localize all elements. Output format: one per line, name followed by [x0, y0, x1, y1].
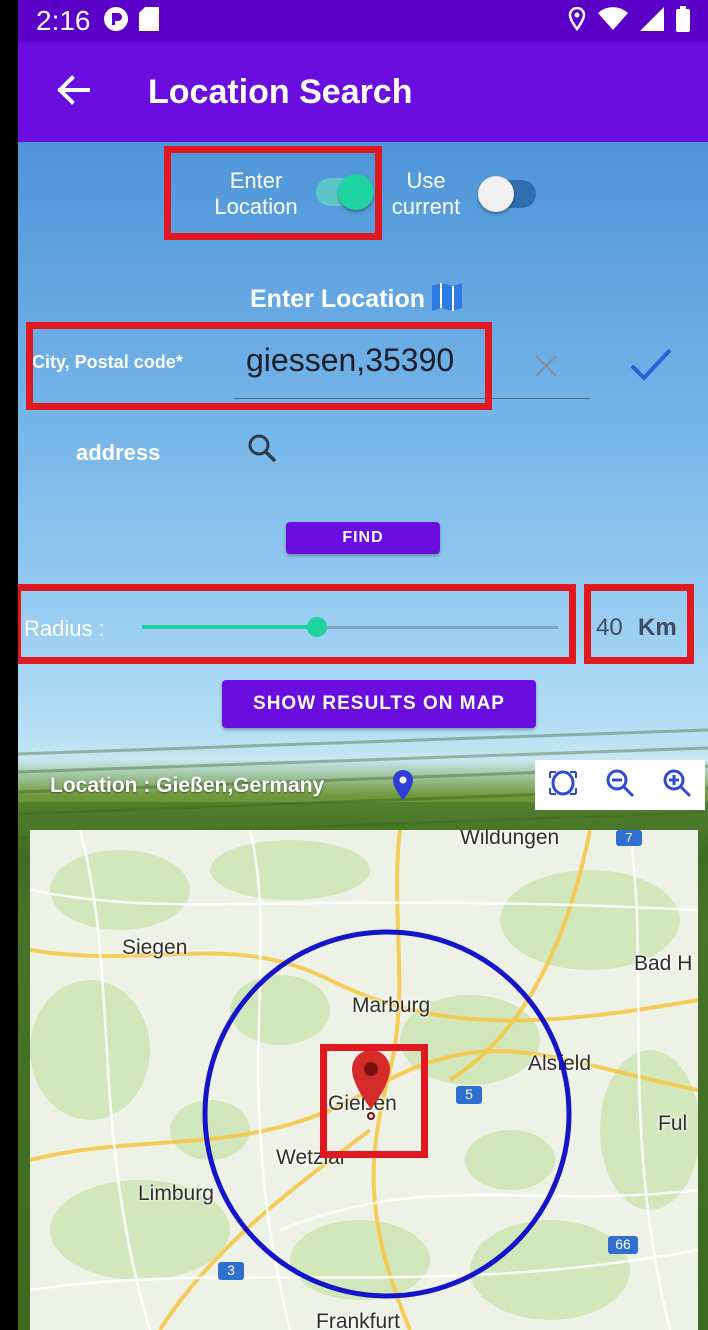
map-view[interactable]: Wildungen Siegen Bad H Marburg Alsfeld G… [30, 830, 698, 1330]
address-label: address [76, 440, 161, 465]
section-header: Enter Location [250, 282, 463, 317]
battery-icon [676, 5, 690, 37]
show-results-button[interactable]: SHOW RESULTS ON MAP [222, 680, 536, 728]
status-bar: 2:16 [18, 0, 708, 42]
switch-knob [478, 176, 514, 212]
zoom-out-button[interactable] [605, 768, 635, 803]
confirm-button[interactable] [628, 344, 674, 384]
fit-view-icon [548, 770, 578, 802]
map-controls [535, 760, 705, 810]
sd-card-icon [138, 6, 159, 36]
location-text: Location : Gießen,Germany [50, 774, 325, 797]
search-icon [246, 434, 278, 468]
signal-icon [640, 6, 664, 36]
app-bar: Location Search [18, 42, 708, 142]
highlight-box [26, 322, 492, 410]
reset-view-button[interactable] [548, 768, 578, 803]
zoom-in-button[interactable] [662, 768, 692, 803]
back-button[interactable] [38, 57, 108, 127]
highlight-box [18, 584, 576, 664]
close-icon [526, 355, 566, 390]
check-icon [628, 348, 674, 388]
use-current-switch[interactable] [478, 176, 536, 212]
status-time: 2:16 [36, 5, 91, 36]
highlight-box [584, 584, 694, 664]
address-search-button[interactable] [246, 432, 282, 468]
highlight-box [320, 1044, 428, 1158]
app-notification-icon [103, 6, 129, 37]
use-current-toggle-label: Use current [391, 168, 461, 219]
phone-screen: 2:16 Location Search Enter Location Use … [18, 0, 708, 1330]
arrow-back-icon [56, 74, 90, 110]
wifi-icon [598, 6, 628, 36]
section-title: Enter Location [250, 285, 426, 313]
find-button[interactable]: FIND [286, 522, 440, 554]
clear-button[interactable] [526, 346, 566, 386]
map-icon [431, 282, 463, 317]
zoom-in-icon [662, 769, 692, 802]
highlight-box [164, 146, 382, 240]
page-title: Location Search [148, 72, 413, 111]
location-pin-icon [390, 768, 416, 807]
zoom-out-icon [605, 769, 635, 802]
location-status-icon [568, 6, 586, 36]
